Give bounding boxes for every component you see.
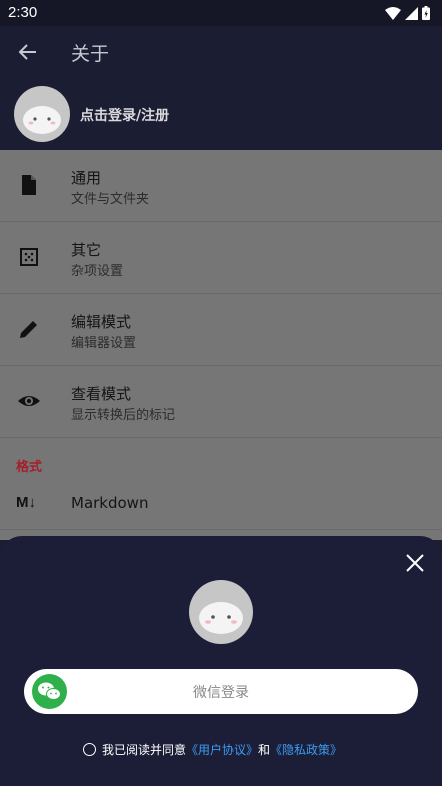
settings-item-subtitle: 文件与文件夹 bbox=[71, 192, 150, 207]
settings-item-subtitle: 显示转换后的标记 bbox=[71, 408, 176, 423]
agreement-row: 我已阅读并同意 《用户协议》 和 《隐私政策》 bbox=[83, 741, 342, 758]
agree-and: 和 bbox=[258, 743, 271, 757]
page-title: 关于 bbox=[71, 43, 110, 65]
eye-icon bbox=[18, 396, 40, 406]
back-arrow-icon[interactable] bbox=[14, 38, 42, 66]
mascot-avatar-icon bbox=[199, 602, 243, 634]
settings-item-title: 其它 bbox=[71, 241, 102, 259]
mascot-avatar-icon bbox=[23, 106, 61, 134]
settings-list: 通用 文件与文件夹 其它 杂项设置 编辑模式 编辑器设置 查看模式 显示转换后的… bbox=[0, 150, 442, 540]
settings-item-title: 查看模式 bbox=[71, 385, 132, 403]
settings-item-title: 编辑模式 bbox=[71, 313, 132, 331]
settings-item-markdown[interactable]: M↓ Markdown bbox=[0, 480, 442, 530]
status-icons bbox=[385, 6, 430, 20]
login-bottom-sheet: 微信登录 我已阅读并同意 《用户协议》 和 《隐私政策》 bbox=[0, 536, 442, 786]
battery-icon bbox=[422, 6, 430, 20]
privacy-policy-link[interactable]: 《隐私政策》 bbox=[270, 741, 342, 758]
login-row[interactable]: 点击登录/注册 bbox=[0, 78, 442, 150]
settings-item-view-mode[interactable]: 查看模式 显示转换后的标记 bbox=[0, 366, 442, 438]
settings-item-edit-mode[interactable]: 编辑模式 编辑器设置 bbox=[0, 294, 442, 366]
settings-item-other[interactable]: 其它 杂项设置 bbox=[0, 222, 442, 294]
wechat-login-label: 微信登录 bbox=[193, 685, 249, 701]
settings-item-title: 通用 bbox=[71, 169, 102, 187]
user-agreement-link[interactable]: 《用户协议》 bbox=[186, 741, 258, 758]
pencil-icon bbox=[20, 321, 37, 338]
app-bar: 关于 bbox=[0, 26, 442, 78]
sheet-avatar bbox=[189, 580, 253, 644]
status-time: 2:30 bbox=[8, 4, 38, 21]
agree-radio[interactable] bbox=[83, 743, 96, 756]
wechat-login-button[interactable]: 微信登录 bbox=[24, 669, 418, 714]
settings-item-subtitle: 杂项设置 bbox=[71, 264, 124, 279]
markdown-icon: M↓ bbox=[16, 494, 36, 511]
close-icon[interactable] bbox=[404, 552, 426, 574]
agree-prefix: 我已阅读并同意 bbox=[102, 743, 187, 757]
avatar bbox=[14, 86, 70, 142]
file-icon bbox=[22, 175, 36, 195]
section-label-format: 格式 bbox=[16, 460, 43, 475]
settings-item-title: Markdown bbox=[71, 494, 149, 512]
login-register-link[interactable]: 点击登录/注册 bbox=[80, 105, 169, 125]
settings-item-subtitle: 编辑器设置 bbox=[71, 336, 137, 351]
status-bar: 2:30 bbox=[0, 0, 442, 26]
settings-item-general[interactable]: 通用 文件与文件夹 bbox=[0, 150, 442, 222]
signal-icon bbox=[405, 6, 418, 20]
grid-dots-icon bbox=[20, 248, 38, 266]
wifi-icon bbox=[385, 6, 401, 20]
